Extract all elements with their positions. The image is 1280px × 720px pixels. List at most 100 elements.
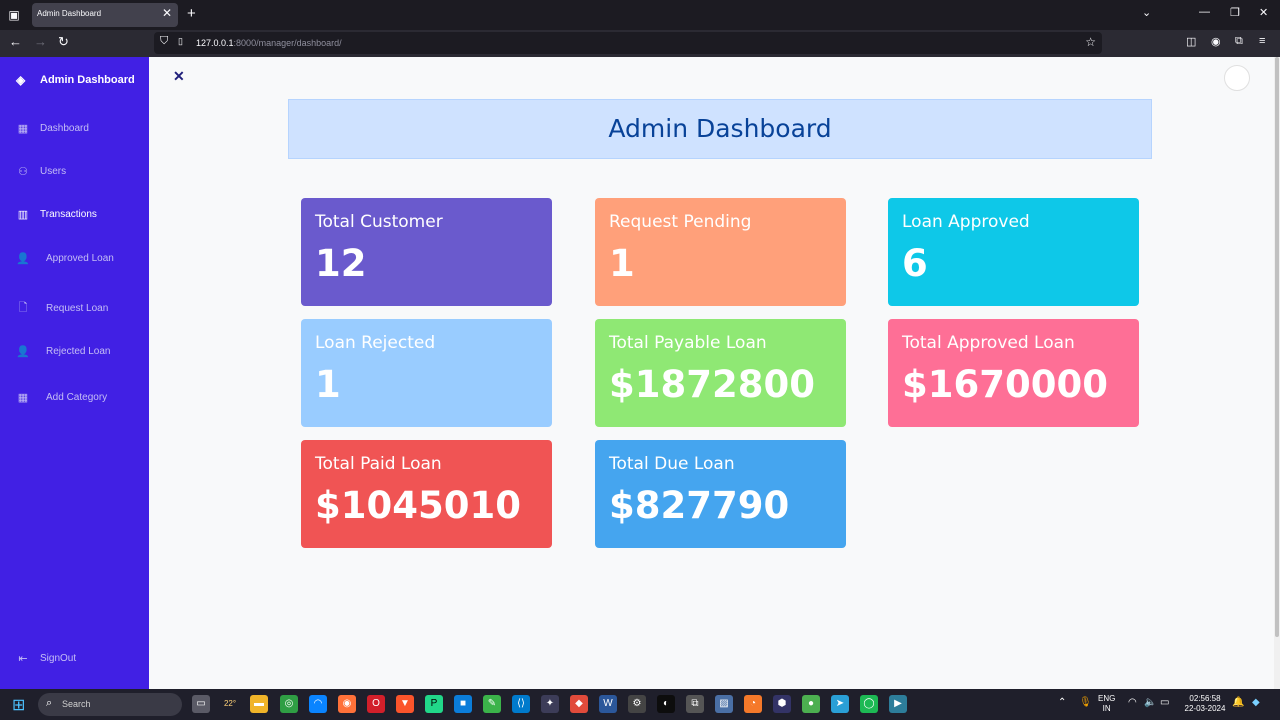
- card-value: 12: [315, 242, 367, 285]
- card-value: $827790: [609, 484, 790, 527]
- stat-card-total-payable-loan: Total Payable Loan $1872800: [595, 319, 846, 427]
- browser-nav-bar: ← → ↻ ⛉ ▯ 127.0.0.1:8000/manager/dashboa…: [0, 30, 1280, 57]
- stat-card-loan-approved: Loan Approved 6: [888, 198, 1139, 306]
- battery-icon[interactable]: ▭: [1160, 697, 1169, 708]
- card-label: Total Due Loan: [609, 454, 735, 474]
- card-label: Total Payable Loan: [609, 333, 767, 353]
- edge-icon[interactable]: ◠: [309, 695, 327, 713]
- url-bar[interactable]: ⛉ ▯ 127.0.0.1:8000/manager/dashboard/ ☆: [154, 32, 1102, 54]
- chevron-down-icon[interactable]: ⌄: [1142, 6, 1151, 19]
- pocket-icon[interactable]: ◫: [1186, 35, 1196, 48]
- shield-icon[interactable]: ⛉: [160, 35, 168, 48]
- sidebar-item-rejected-loan[interactable]: 👤 Rejected Loan: [16, 345, 110, 358]
- card-value: $1872800: [609, 363, 815, 406]
- sidebar-item-signout[interactable]: ⇤ SignOut: [16, 652, 76, 665]
- app-icon[interactable]: ⧉: [686, 695, 704, 713]
- page-info-icon[interactable]: ▯: [178, 36, 183, 47]
- sidebar: ◈ Admin Dashboard ▦ Dashboard ⚇ Users ▥ …: [0, 57, 149, 689]
- app-icon[interactable]: ▶: [889, 695, 907, 713]
- lang-secondary: IN: [1102, 704, 1111, 713]
- weather-icon[interactable]: 22°: [221, 695, 239, 713]
- wifi-icon[interactable]: ◠: [1128, 697, 1137, 708]
- chevron-up-icon[interactable]: ⌃: [1058, 697, 1066, 708]
- close-sidebar-icon[interactable]: ✕: [173, 68, 185, 85]
- photos-icon[interactable]: ▨: [715, 695, 733, 713]
- sidebar-item-users[interactable]: ⚇ Users: [16, 165, 66, 178]
- layers-icon: ◈: [16, 73, 26, 87]
- notification-icon[interactable]: 🔔: [1232, 697, 1244, 708]
- search-icon: ⌕: [46, 697, 53, 709]
- app-icon[interactable]: ◯: [860, 695, 878, 713]
- chrome-icon[interactable]: ◎: [280, 695, 298, 713]
- task-view-icon[interactable]: ▭: [192, 695, 210, 713]
- microphone-icon[interactable]: 🎙: [1079, 697, 1092, 708]
- page-title-banner: Admin Dashboard: [288, 99, 1152, 159]
- account-icon[interactable]: ◉: [1211, 35, 1221, 48]
- restore-icon[interactable]: ❐: [1230, 6, 1240, 19]
- close-window-icon[interactable]: ✕: [1259, 6, 1268, 19]
- vscode-icon[interactable]: ⟨⟩: [512, 695, 530, 713]
- notepad-icon[interactable]: ✎: [483, 695, 501, 713]
- card-value: $1670000: [902, 363, 1108, 406]
- firefox-icon[interactable]: ◉: [338, 695, 356, 713]
- tab-title: Admin Dashboard: [37, 9, 102, 18]
- stat-card-total-approved-loan: Total Approved Loan $1670000: [888, 319, 1139, 427]
- back-icon[interactable]: ←: [9, 34, 22, 49]
- browser-tab-bar: ▣ Admin Dashboard ✕ + ⌄ — ❐ ✕: [0, 0, 1280, 30]
- card-value: 6: [902, 242, 928, 285]
- extensions-icon[interactable]: ⧉: [1235, 35, 1243, 48]
- forward-icon[interactable]: →: [34, 34, 47, 49]
- word-icon[interactable]: W: [599, 695, 617, 713]
- app-icon[interactable]: ■: [454, 695, 472, 713]
- reload-icon[interactable]: ↻: [58, 34, 69, 50]
- stat-card-total-paid-loan: Total Paid Loan $1045010: [301, 440, 552, 548]
- blender-icon[interactable]: ◔: [744, 695, 762, 713]
- sidebar-brand[interactable]: ◈ Admin Dashboard: [16, 73, 135, 87]
- clock-time: 02:56:58: [1189, 694, 1221, 703]
- top-bar: ✕: [149, 57, 1274, 99]
- clock[interactable]: 02:56:58 22-03-2024: [1182, 694, 1228, 714]
- opera-icon[interactable]: O: [367, 695, 385, 713]
- browser-tab[interactable]: Admin Dashboard ✕: [32, 3, 178, 27]
- sidebar-item-request-loan[interactable]: 🗋 Request Loan: [16, 299, 109, 318]
- app-icon[interactable]: ✦: [541, 695, 559, 713]
- copilot-icon[interactable]: ◆: [1252, 697, 1260, 708]
- sidebar-item-dashboard[interactable]: ▦ Dashboard: [16, 122, 89, 135]
- app-icon[interactable]: ⬢: [773, 695, 791, 713]
- windows-start-icon[interactable]: ⊞: [12, 695, 25, 715]
- new-tab-icon[interactable]: +: [187, 5, 196, 22]
- sidebar-item-approved-loan[interactable]: 👤 Approved Loan: [16, 252, 114, 265]
- scrollbar-thumb[interactable]: [1275, 57, 1279, 637]
- app-icon[interactable]: ⚙: [628, 695, 646, 713]
- app-icon[interactable]: ◐: [657, 695, 675, 713]
- taskbar-search[interactable]: ⌕ Search: [38, 693, 182, 716]
- telegram-icon[interactable]: ➤: [831, 695, 849, 713]
- stat-card-request-pending: Request Pending 1: [595, 198, 846, 306]
- stat-card-total-customer: Total Customer 12: [301, 198, 552, 306]
- card-value: $1045010: [315, 484, 521, 527]
- page-scrollbar[interactable]: [1274, 57, 1280, 689]
- avatar[interactable]: [1224, 65, 1250, 91]
- card-label: Loan Rejected: [315, 333, 436, 353]
- sidebar-item-label: Add Category: [46, 392, 108, 403]
- user-icon: ⚇: [18, 166, 28, 178]
- close-tab-icon[interactable]: ✕: [162, 6, 172, 20]
- minimize-icon[interactable]: —: [1199, 6, 1210, 18]
- menu-icon[interactable]: ≡: [1259, 35, 1265, 47]
- pycharm-icon[interactable]: P: [425, 695, 443, 713]
- sidebar-item-add-category[interactable]: ▦ Add Category: [16, 391, 107, 404]
- tab-list-icon[interactable]: ▣: [6, 7, 22, 23]
- card-value: 1: [609, 242, 635, 285]
- url-text[interactable]: 127.0.0.1:8000/manager/dashboard/: [196, 38, 342, 48]
- volume-icon[interactable]: 🔈: [1144, 697, 1156, 708]
- app-icon[interactable]: ●: [802, 695, 820, 713]
- brave-icon[interactable]: ▼: [396, 695, 414, 713]
- file-explorer-icon[interactable]: ▬: [250, 695, 268, 713]
- sidebar-item-label: Users: [40, 166, 67, 177]
- bookmark-star-icon[interactable]: ☆: [1085, 35, 1096, 49]
- grid-icon: ▦: [17, 123, 29, 135]
- language-indicator[interactable]: ENG IN: [1098, 694, 1115, 714]
- card-label: Request Pending: [609, 212, 752, 232]
- sidebar-item-transactions[interactable]: ▥ Transactions: [16, 208, 97, 221]
- app-icon[interactable]: ◆: [570, 695, 588, 713]
